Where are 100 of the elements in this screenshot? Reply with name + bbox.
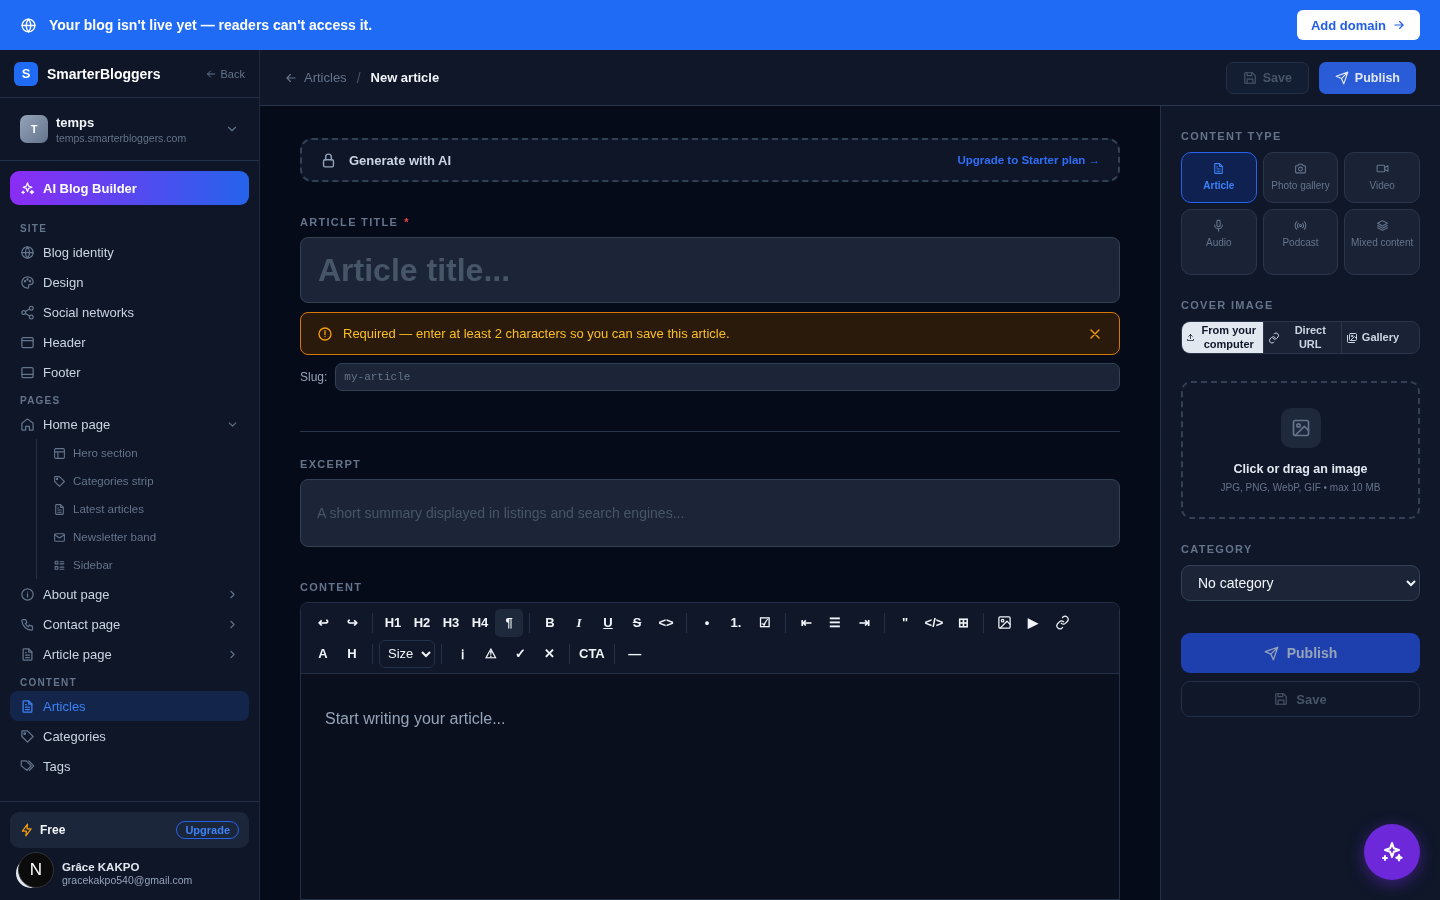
back-button[interactable]: Back [204, 67, 245, 80]
nav-item[interactable]: Footer [10, 357, 249, 387]
ai-blog-builder-button[interactable]: AI Blog Builder [10, 171, 249, 205]
nav-item[interactable]: Categories [10, 721, 249, 751]
nav-item[interactable]: Article page [10, 639, 249, 669]
size-select[interactable]: Size [379, 639, 435, 668]
editor-placeholder: Start writing your article... [325, 710, 506, 727]
subnav-item[interactable]: Categories strip [45, 467, 249, 495]
toolbar-button[interactable]: S [623, 608, 651, 637]
toolbar-button[interactable]: ⊞ [949, 608, 977, 637]
document-icon [1212, 162, 1226, 175]
nav-item[interactable]: Home page [10, 409, 249, 439]
toolbar-button[interactable]: ☰ [821, 608, 849, 637]
content-type-option[interactable]: Article [1181, 152, 1257, 203]
nav-item[interactable]: Tags [10, 751, 249, 781]
toolbar-button[interactable]: I [565, 608, 593, 637]
toolbar-button[interactable]: ℹ [448, 639, 476, 668]
image-icon [1290, 417, 1311, 438]
ai-generate-label: Generate with AI [349, 152, 453, 168]
plan-name: Free [40, 823, 67, 837]
subnav-item[interactable]: Newsletter band [45, 523, 249, 551]
user-name: Grâce KAKPO [62, 860, 141, 873]
breadcrumb-current: New article [370, 70, 440, 85]
account-domain: temps.smarterbloggers.com [56, 131, 188, 144]
toolbar-button[interactable]: ▶ [1019, 608, 1047, 637]
add-domain-button[interactable]: Add domain [1296, 10, 1420, 40]
toolbar-button[interactable]: </> [920, 608, 948, 637]
toolbar-button[interactable]: ↩ [309, 608, 337, 637]
banner-message: Your blog isn't live yet — readers can't access it. [49, 17, 374, 33]
panel-icon [20, 334, 35, 350]
section-title: CONTENT [19, 676, 78, 690]
section-title: SITE [19, 222, 49, 236]
image-icon [996, 615, 1012, 630]
toolbar-button[interactable]: B [536, 608, 564, 637]
toolbar-button[interactable]: — [620, 639, 649, 668]
toolbar-button[interactable]: CTA [576, 639, 608, 668]
nav-item[interactable]: About page [10, 579, 249, 609]
field-label: CONTENT [300, 581, 363, 593]
upgrade-link[interactable]: Upgrade to Starter plan → [957, 154, 1100, 166]
account-avatar: T [20, 115, 48, 143]
image-source-tab[interactable]: Gallery [1341, 322, 1419, 353]
toolbar-button[interactable]: H2 [408, 608, 436, 637]
category-select[interactable]: No category [1181, 565, 1420, 601]
nav-item[interactable]: Articles [10, 691, 249, 721]
slug-field[interactable]: my-article [335, 363, 1120, 391]
toolbar-button[interactable]: • [693, 608, 721, 637]
image-source-tab[interactable]: From your computer [1182, 322, 1264, 353]
nav-item[interactable]: Blog identity [10, 237, 249, 267]
nav-item[interactable]: Social networks [10, 297, 249, 327]
toolbar-button[interactable]: H1 [379, 608, 407, 637]
nav-item[interactable]: Contact page [10, 609, 249, 639]
image-dropzone[interactable]: Click or drag an image JPG, PNG, WebP, GIF • max 10 MB [1181, 381, 1420, 519]
account-name: temps [56, 114, 96, 130]
toolbar-button[interactable]: H3 [437, 608, 465, 637]
images-icon [1345, 331, 1358, 344]
publish-button[interactable]: Publish [1318, 61, 1416, 94]
subnav-item[interactable]: Sidebar [45, 551, 249, 579]
editor[interactable]: ↩ ↪ H1 H2 H3 H4 ¶ B I U S <> • 1. ☑ ⇤ ☰ ⇥ " </> ⊞ ▶ A H Size ℹ ⚠ ✓ ✕ CTA — Start writing your article... [300, 602, 1120, 900]
toolbar-button[interactable]: A [309, 639, 337, 668]
toolbar-button[interactable]: ✕ [535, 639, 563, 668]
nav-item[interactable]: Design [10, 267, 249, 297]
toolbar-button[interactable]: ⚠ [477, 639, 505, 668]
phone-icon [20, 616, 35, 632]
document-icon [20, 646, 35, 662]
palette-icon [20, 274, 35, 290]
link-icon [1054, 615, 1070, 630]
brand-logo: S [14, 61, 38, 86]
slug-label: Slug: [300, 370, 328, 384]
section-title: CATEGORY [1181, 543, 1254, 555]
list-icon [53, 558, 66, 572]
camera-icon [1294, 162, 1307, 175]
toolbar-button[interactable]: ¶ [495, 608, 523, 637]
lightning-icon [20, 823, 34, 837]
nav-item[interactable]: Header [10, 327, 249, 357]
layers-icon [1375, 219, 1389, 232]
brand-name: SmarterBloggers [47, 65, 162, 82]
broadcast-icon [1294, 219, 1307, 232]
account-switcher[interactable]: T temps temps.smarterbloggers.com [0, 98, 259, 161]
arrow-right-icon [1392, 18, 1406, 32]
info-icon [20, 586, 35, 602]
toolbar-button[interactable]: ⇤ [792, 608, 820, 637]
toolbar-button[interactable]: ↪ [338, 608, 366, 637]
lock-icon [320, 151, 337, 169]
toolbar-button[interactable]: ⇥ [850, 608, 878, 637]
toolbar-button[interactable]: H4 [466, 608, 494, 637]
toolbar-button[interactable]: 1. [722, 608, 750, 637]
video-camera-icon [1375, 162, 1389, 175]
subnav-item[interactable]: Latest articles [45, 495, 249, 523]
toolbar-button[interactable]: ✓ [506, 639, 534, 668]
toolbar-button[interactable]: ☑ [751, 608, 779, 637]
toolbar-button[interactable]: " [891, 608, 919, 637]
toolbar-button[interactable]: <> [652, 608, 680, 637]
toolbar-button[interactable]: U [594, 608, 622, 637]
subnav-item[interactable]: Hero section [45, 439, 249, 467]
panel-icon [20, 364, 35, 380]
upload-icon [1186, 333, 1195, 342]
breadcrumb-link[interactable]: Articles [284, 70, 347, 85]
toolbar-button[interactable]: H [338, 639, 366, 668]
image-source-tab[interactable]: Direct URL [1263, 322, 1342, 353]
sparkle-icon [1380, 840, 1404, 864]
